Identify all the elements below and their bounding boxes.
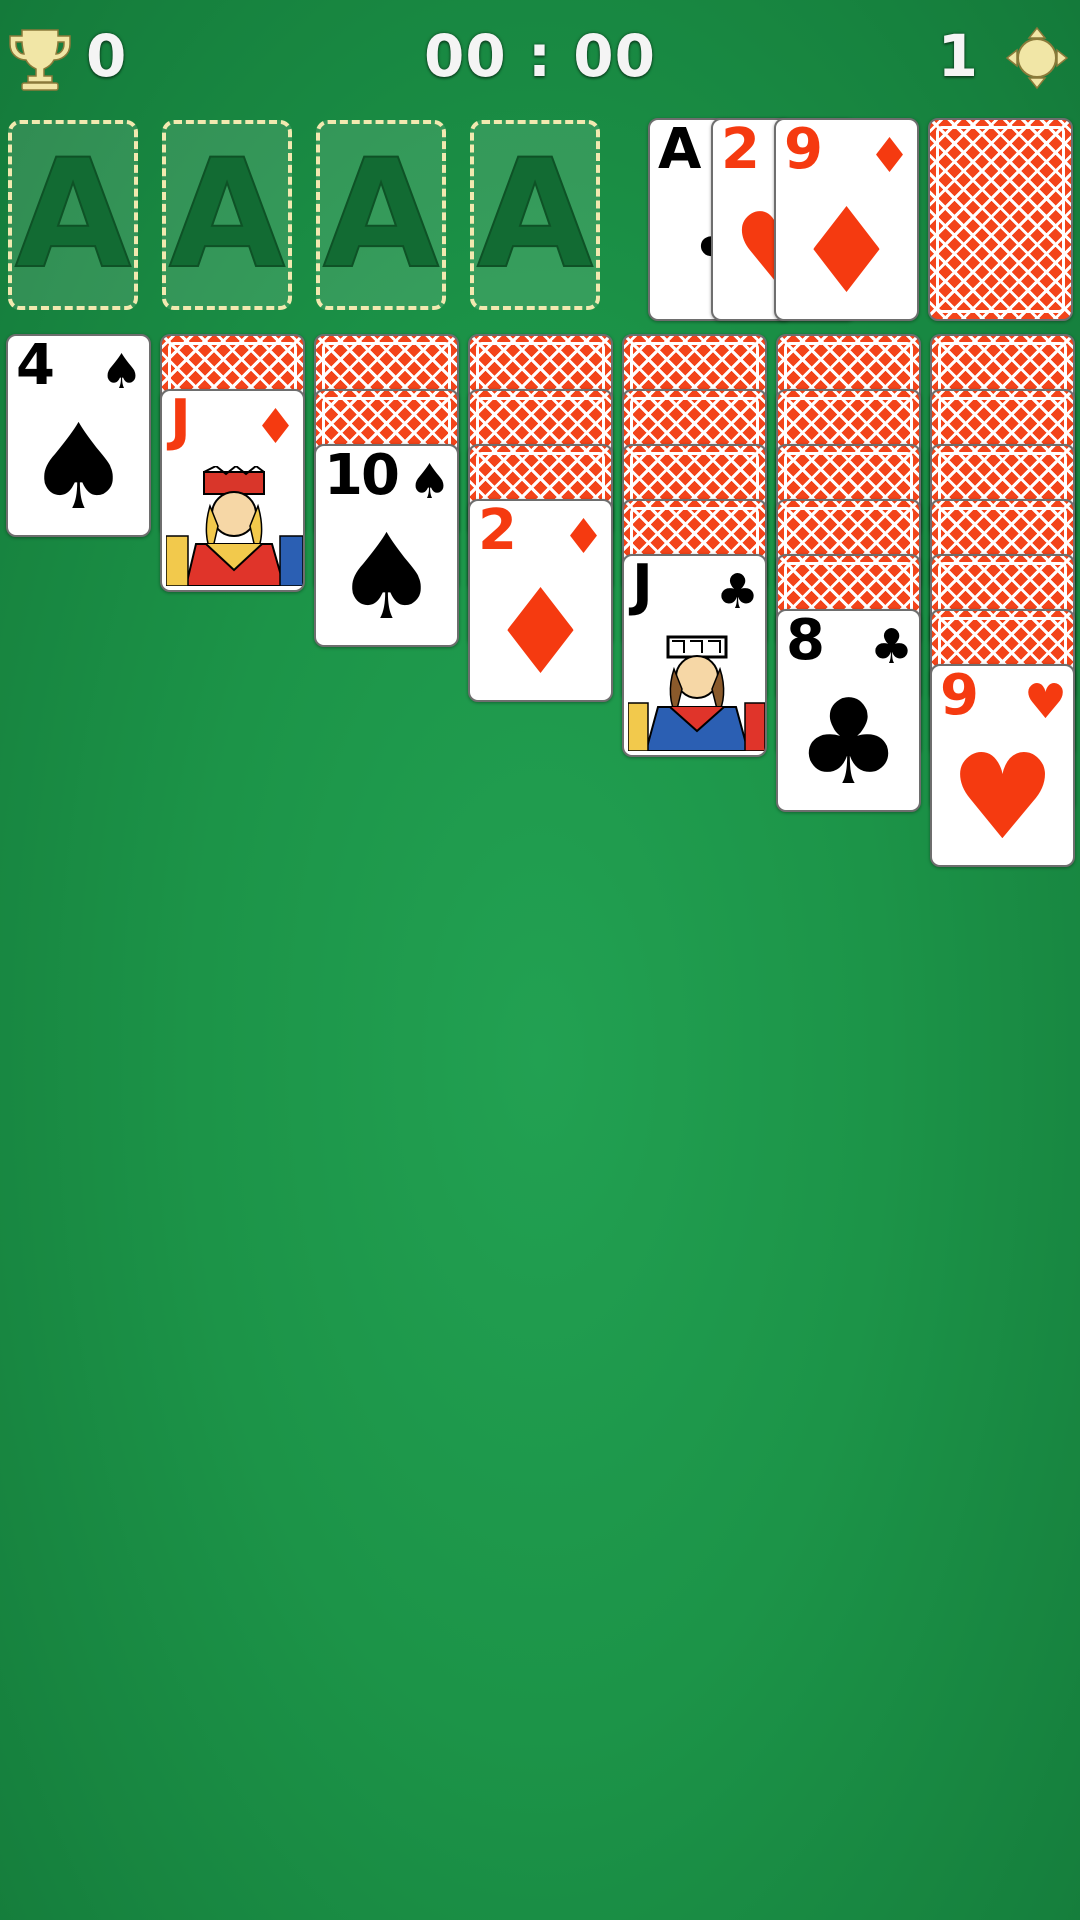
card-rank: 2 [721,118,760,182]
jack-face-art [166,466,303,586]
settings-icon[interactable] [1005,26,1069,90]
spade-icon: ♠ [407,454,451,510]
club-icon: ♣ [795,673,902,811]
tableau-4-top-card[interactable]: 2 ♦ ♦ [468,499,613,702]
diamond-icon: ♦ [487,563,594,701]
foundation-slot-4[interactable]: A [470,120,600,310]
tableau-3-top-card[interactable]: 10 ♠ ♠ [314,444,459,647]
timer-value: 00 : 00 [423,22,656,90]
club-icon: ♣ [715,564,759,620]
tableau-6-top-card[interactable]: 8 ♣ ♣ [776,609,921,812]
foundation-ace-label: A [14,128,132,302]
card-rank: J [170,389,191,453]
foundation-ace-label: A [168,128,286,302]
card-rank: 9 [940,664,979,728]
card-rank: A [658,118,701,182]
diamond-icon: ♦ [561,509,605,565]
card-rank: 9 [784,118,823,182]
jack-face-art [628,631,765,751]
card-rank: 10 [324,444,400,508]
waste-card-top[interactable]: 9 ♦ ♦ [774,118,919,321]
spade-icon: ♠ [333,508,440,646]
heart-icon: ♥ [949,728,1056,866]
tableau-2-top-card[interactable]: J ♦ [160,389,305,592]
tableau-7-top-card[interactable]: 9 ♥ ♥ [930,664,1075,867]
diamond-icon: ♦ [793,182,900,320]
stock-pile[interactable] [928,118,1073,321]
tableau-5-top-card[interactable]: J ♣ [622,554,767,757]
club-icon: ♣ [869,619,913,675]
moves-count: 1 [937,22,978,90]
spade-icon: ♠ [25,398,132,536]
foundation-slot-2[interactable]: A [162,120,292,310]
diamond-icon: ♦ [253,399,297,455]
tableau-1-top-card[interactable]: 4 ♠ ♠ [6,334,151,537]
card-rank: 4 [16,334,55,398]
spade-icon: ♠ [99,344,143,400]
heart-icon: ♥ [1023,674,1067,730]
foundation-ace-label: A [476,128,594,302]
card-rank: 8 [786,609,825,673]
diamond-icon: ♦ [867,128,911,184]
card-rank: 2 [478,499,517,563]
foundation-slot-3[interactable]: A [316,120,446,310]
card-rank: J [632,554,653,618]
foundation-slot-1[interactable]: A [8,120,138,310]
foundation-ace-label: A [322,128,440,302]
